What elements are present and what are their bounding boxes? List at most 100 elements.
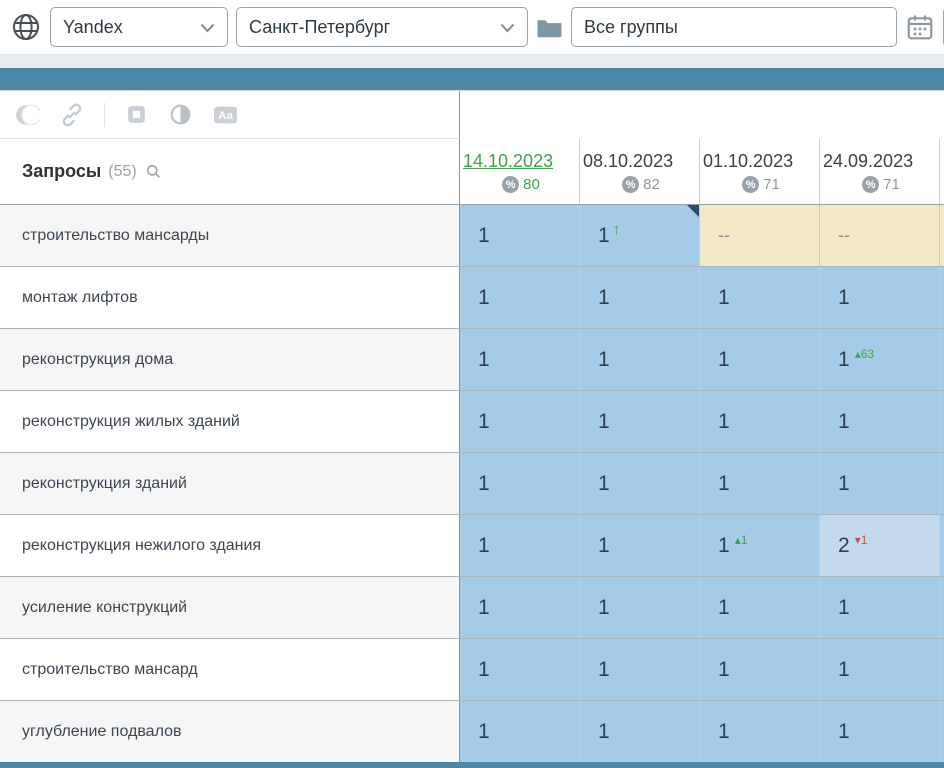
date-column-header[interactable]: 08.10.2023%82 [580, 139, 700, 204]
date-column-header[interactable]: 1 [940, 139, 944, 204]
position-cell[interactable]: 1 [580, 577, 700, 638]
percent-value: 71 [883, 176, 900, 193]
region-select[interactable]: Санкт-Петербург [236, 7, 528, 47]
keyword-cell[interactable]: реконструкция зданий [0, 453, 460, 514]
cells-icon[interactable] [124, 102, 149, 127]
keyword-cell[interactable]: строительство мансарды [0, 205, 460, 266]
position-cell[interactable]: 1 [700, 701, 820, 762]
position-cell[interactable]: 1 [700, 391, 820, 452]
position-cell[interactable]: 1 [580, 453, 700, 514]
position-cell[interactable]: 1 [700, 267, 820, 328]
table-row: строительство мансард1111 [0, 639, 944, 701]
position-cell[interactable] [940, 453, 944, 514]
folder-icon[interactable] [536, 17, 563, 38]
search-icon[interactable] [144, 162, 163, 181]
position-cell[interactable] [940, 329, 944, 390]
position-cell[interactable]: 1 [820, 701, 940, 762]
date-label[interactable]: 01.10.2023 [703, 150, 819, 172]
percent-indicator: %71 [703, 176, 819, 193]
keyword-cell[interactable]: реконструкция дома [0, 329, 460, 390]
position-cell[interactable]: 1 [700, 639, 820, 700]
keyword-cell[interactable]: монтаж лифтов [0, 267, 460, 328]
position-cell[interactable] [940, 267, 944, 328]
date-label[interactable]: 14.10.2023 [463, 150, 579, 172]
position-value: 1 [838, 472, 850, 496]
position-value: 1 [838, 348, 850, 372]
position-cell[interactable]: 1 [460, 577, 580, 638]
position-cell[interactable] [940, 639, 944, 700]
position-cell[interactable]: 1 [820, 639, 940, 700]
position-cell[interactable] [940, 701, 944, 762]
svg-text:Aa: Aa [218, 110, 233, 122]
position-cell[interactable]: 1 [460, 391, 580, 452]
percent-value: 82 [643, 176, 660, 193]
position-value: 1 [838, 658, 850, 682]
position-cell[interactable] [940, 391, 944, 452]
position-cell[interactable]: 1 [580, 515, 700, 576]
position-cell[interactable]: 1 [460, 453, 580, 514]
halftone-icon[interactable] [168, 102, 193, 127]
keyword-cell[interactable]: строительство мансард [0, 639, 460, 700]
position-cell[interactable]: -- [700, 205, 820, 266]
position-value: 2 [838, 534, 850, 558]
position-cell[interactable]: 1▴1 [700, 515, 820, 576]
keyword-cell[interactable]: усиление конструкций [0, 577, 460, 638]
position-cell[interactable] [940, 205, 944, 266]
position-cell[interactable]: 1 [580, 329, 700, 390]
date-column-header[interactable]: 01.10.2023 %71 [700, 139, 820, 204]
keyword-cell[interactable]: углубление подвалов [0, 701, 460, 762]
top-scrollbar[interactable] [0, 68, 944, 90]
position-value: -- [718, 225, 730, 246]
position-cell[interactable]: 1 [460, 329, 580, 390]
date-column-header[interactable]: 14.10.2023%80 [460, 139, 580, 204]
position-value: 1 [838, 286, 850, 310]
position-cell[interactable]: 1 [700, 329, 820, 390]
position-cell[interactable] [940, 515, 944, 576]
groups-value: Все группы [584, 17, 678, 38]
position-cell[interactable]: 1▴63 [820, 329, 940, 390]
position-cell[interactable] [940, 577, 944, 638]
keyword-cell[interactable]: реконструкция нежилого здания [0, 515, 460, 576]
text-case-icon[interactable]: Aa [212, 102, 239, 127]
position-cell[interactable]: -- [820, 205, 940, 266]
date-label[interactable]: 24.09.2023 [823, 150, 939, 172]
position-cell[interactable]: 1 [580, 639, 700, 700]
position-cell[interactable]: 1 [820, 577, 940, 638]
position-value: 1 [478, 224, 490, 248]
calendar-icon[interactable] [905, 12, 935, 42]
date-column-header[interactable]: 24.09.2023%71 [820, 139, 940, 204]
contrast-icon[interactable] [14, 102, 40, 128]
position-cell[interactable]: 1 [820, 453, 940, 514]
position-cell[interactable]: 1↑ [580, 205, 700, 266]
position-cell[interactable]: 1 [580, 391, 700, 452]
search-engine-select[interactable]: Yandex [50, 7, 228, 47]
position-cell[interactable]: 2▾1 [820, 515, 940, 576]
position-value: 1 [598, 472, 610, 496]
position-cell[interactable]: 1 [460, 267, 580, 328]
position-cell[interactable]: 1 [700, 453, 820, 514]
position-cell[interactable]: 1 [460, 639, 580, 700]
table-row: монтаж лифтов1111 [0, 267, 944, 329]
position-cell[interactable]: 1 [460, 701, 580, 762]
queries-label: Запросы [22, 161, 101, 182]
date-label[interactable]: 08.10.2023 [583, 150, 699, 172]
keyword-cell[interactable]: реконструкция жилых зданий [0, 391, 460, 452]
table-body: строительство мансарды11↑----монтаж лифт… [0, 205, 944, 762]
position-cell[interactable]: 1 [700, 577, 820, 638]
position-value: 1 [598, 348, 610, 372]
subheader-strip [0, 55, 944, 68]
position-value: 1 [718, 410, 730, 434]
groups-select[interactable]: Все группы [571, 7, 897, 47]
bottom-scrollbar[interactable] [0, 762, 944, 768]
position-cell[interactable]: 1 [580, 701, 700, 762]
position-value: 1 [478, 410, 490, 434]
position-value: 1 [478, 596, 490, 620]
position-cell[interactable]: 1 [820, 267, 940, 328]
link-icon[interactable] [59, 102, 85, 128]
position-cell[interactable]: 1 [580, 267, 700, 328]
position-cell[interactable]: 1 [820, 391, 940, 452]
globe-icon[interactable] [10, 11, 42, 43]
position-cell[interactable]: 1 [460, 205, 580, 266]
position-cell[interactable]: 1 [460, 515, 580, 576]
position-value: 1 [838, 596, 850, 620]
